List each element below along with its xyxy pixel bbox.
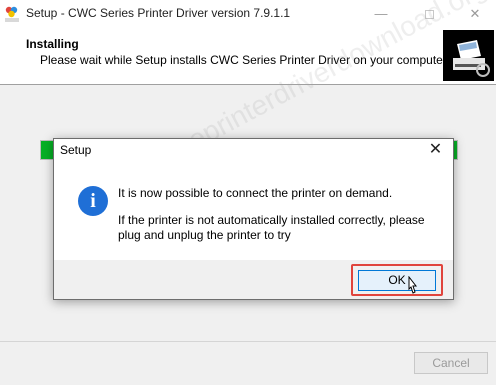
close-icon: ✕ [428,141,443,158]
dialog-titlebar[interactable]: Setup ✕ [54,139,453,161]
dialog-message-secondary: If the printer is not automatically inst… [118,213,425,242]
header-subtitle: Please wait while Setup installs CWC Ser… [40,53,450,67]
minimize-button[interactable]: — [358,0,404,28]
window-titlebar[interactable]: Setup - CWC Series Printer Driver versio… [0,0,496,28]
footer-divider [0,341,496,342]
app-icon [5,6,19,22]
dialog-close-button[interactable]: ✕ [418,139,453,161]
minimize-icon: — [374,6,388,21]
printer-icon [443,30,494,81]
info-icon: i [78,186,108,216]
installer-header: Installing Please wait while Setup insta… [0,28,496,85]
maximize-icon [424,10,434,20]
header-title: Installing [26,37,79,51]
dialog-button-bar: OK [54,260,453,299]
ok-button[interactable]: OK [358,270,436,291]
maximize-button[interactable] [406,0,452,28]
mouse-cursor-icon [408,276,418,294]
close-button[interactable]: ✕ [452,0,496,28]
dialog-message-primary: It is now possible to connect the printe… [118,186,393,200]
dialog-title: Setup [60,143,92,157]
window-title: Setup - CWC Series Printer Driver versio… [26,6,291,20]
cancel-button[interactable]: Cancel [414,352,488,374]
setup-dialog: Setup ✕ i It is now possible to connect … [53,138,454,300]
close-icon: ✕ [469,6,481,21]
